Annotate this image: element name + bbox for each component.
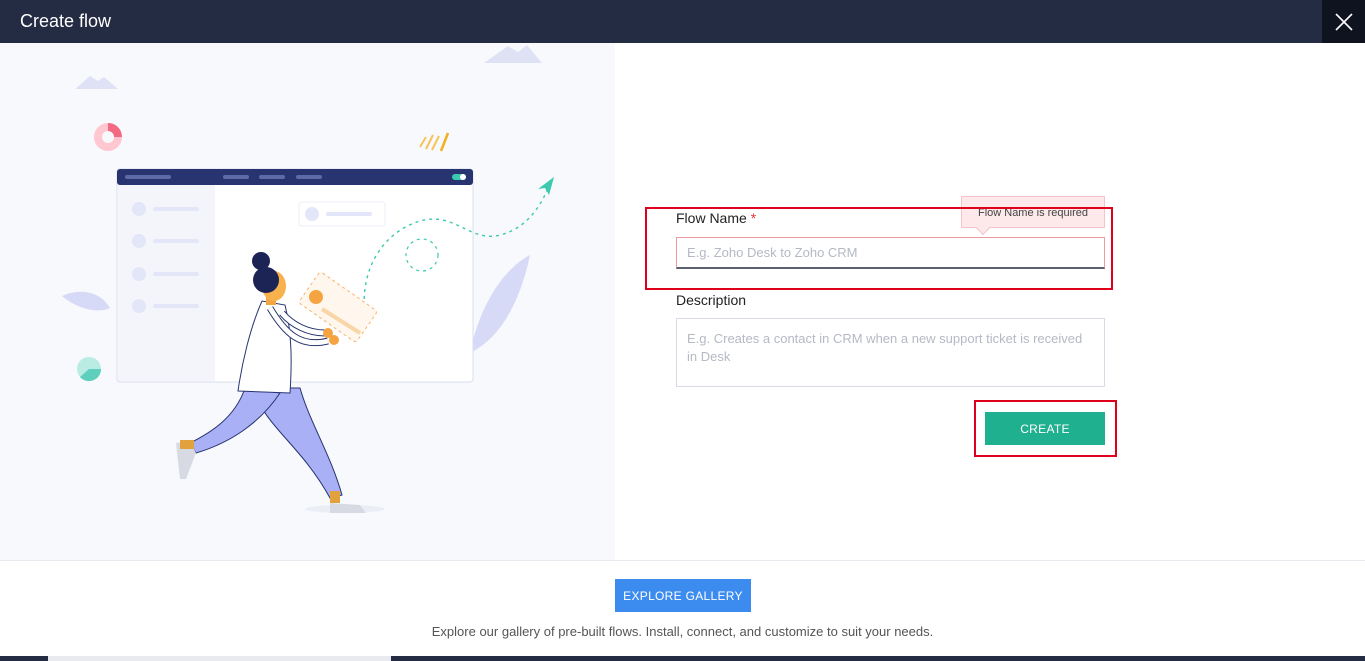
description-label: Description: [676, 292, 747, 308]
dialog-header: Create flow: [0, 0, 1365, 43]
illustration-panel: [0, 43, 615, 560]
explore-gallery-text: Explore our gallery of pre-built flows. …: [431, 624, 934, 639]
create-button-highlight: [974, 400, 1117, 457]
flow-name-highlight: [645, 207, 1113, 290]
close-button[interactable]: [1322, 0, 1365, 43]
flow-illustration: [62, 45, 554, 513]
dialog-title: Create flow: [20, 11, 112, 31]
description-textarea[interactable]: [676, 318, 1105, 387]
bottom-strip: [0, 656, 1365, 661]
bottom-strip-segment: [48, 656, 391, 661]
close-icon: [1334, 12, 1353, 31]
explore-gallery-button[interactable]: EXPLORE GALLERY: [615, 579, 751, 612]
footer: EXPLORE GALLERY Explore our gallery of p…: [0, 560, 1365, 657]
